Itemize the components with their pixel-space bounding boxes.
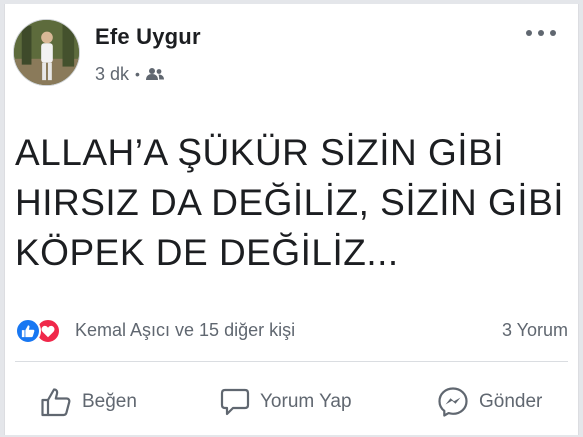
post-header: Efe Uygur 3 dk • <box>5 4 578 104</box>
comment-label: Yorum Yap <box>260 391 352 412</box>
more-options-icon[interactable] <box>526 26 556 40</box>
post-time[interactable]: 3 dk <box>95 64 129 85</box>
post-text-line: KÖPEK DE DEĞİLİZ... <box>15 232 399 273</box>
avatar-photo <box>14 20 79 85</box>
post-text: ALLAH’A ŞÜKÜR SİZİN GİBİ HIRSIZ DA DEĞİL… <box>15 128 575 278</box>
author-name[interactable]: Efe Uygur <box>95 24 201 50</box>
more-dot <box>538 30 544 36</box>
comments-count[interactable]: 3 Yorum <box>502 320 568 341</box>
author-avatar[interactable] <box>13 19 80 86</box>
comment-bubble-icon <box>220 387 250 417</box>
send-label: Gönder <box>479 391 543 412</box>
send-button[interactable]: Gönder <box>437 382 542 422</box>
thumbs-up-icon <box>40 387 72 417</box>
reaction-icons[interactable] <box>15 318 75 344</box>
more-dot <box>550 30 556 36</box>
post-text-line: HIRSIZ DA DEĞİLİZ, SİZİN GİBİ <box>15 182 565 223</box>
reactions-bar: Kemal Aşıcı ve 15 diğer kişi 3 Yorum <box>5 312 578 348</box>
like-button[interactable]: Beğen <box>40 382 137 422</box>
post-text-line: ALLAH’A ŞÜKÜR SİZİN GİBİ <box>15 132 505 173</box>
post-card: Efe Uygur 3 dk • ALLAH’A ŞÜKÜR SİZİN GİB… <box>4 4 579 435</box>
comment-button[interactable]: Yorum Yap <box>220 382 352 422</box>
more-dot <box>526 30 532 36</box>
screenshot-frame: Efe Uygur 3 dk • ALLAH’A ŞÜKÜR SİZİN GİB… <box>0 0 583 437</box>
reactors-summary[interactable]: Kemal Aşıcı ve 15 diğer kişi <box>75 320 295 341</box>
like-label: Beğen <box>82 391 137 412</box>
post-meta: 3 dk • <box>95 62 164 86</box>
actions-divider <box>15 361 568 362</box>
post-actions: Beğen Yorum Yap Gönder <box>5 374 578 430</box>
meta-separator: • <box>135 66 140 82</box>
like-reaction-icon <box>15 318 41 344</box>
messenger-icon <box>437 386 469 418</box>
friends-icon[interactable] <box>145 67 164 81</box>
